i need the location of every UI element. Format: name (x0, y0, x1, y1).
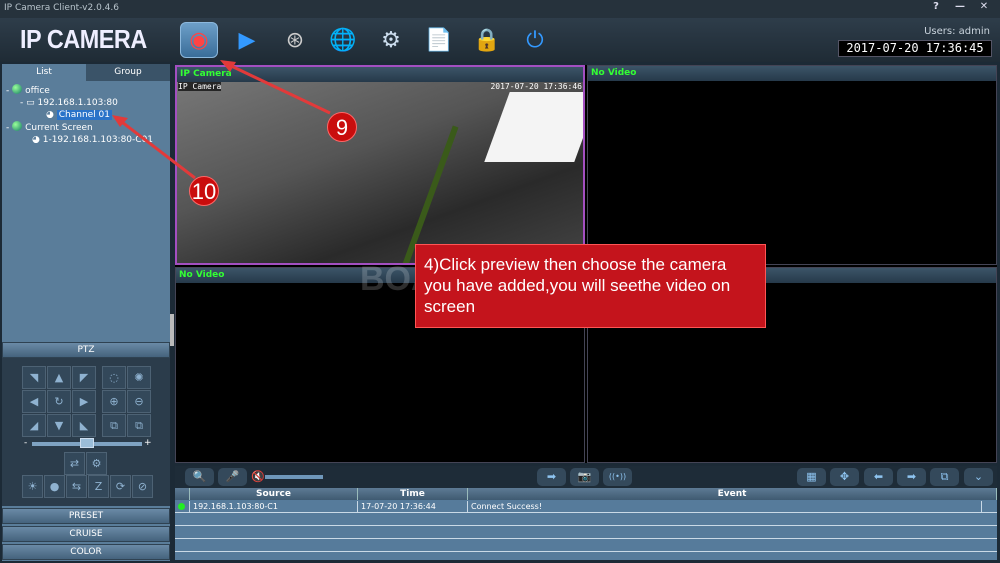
step-badge-9: 9 (327, 112, 357, 142)
instruction-callout: 4)Click preview then choose the camera y… (415, 244, 766, 328)
arrow-9 (224, 61, 331, 115)
arrow-10 (117, 117, 196, 180)
step-badge-10: 10 (189, 176, 219, 206)
